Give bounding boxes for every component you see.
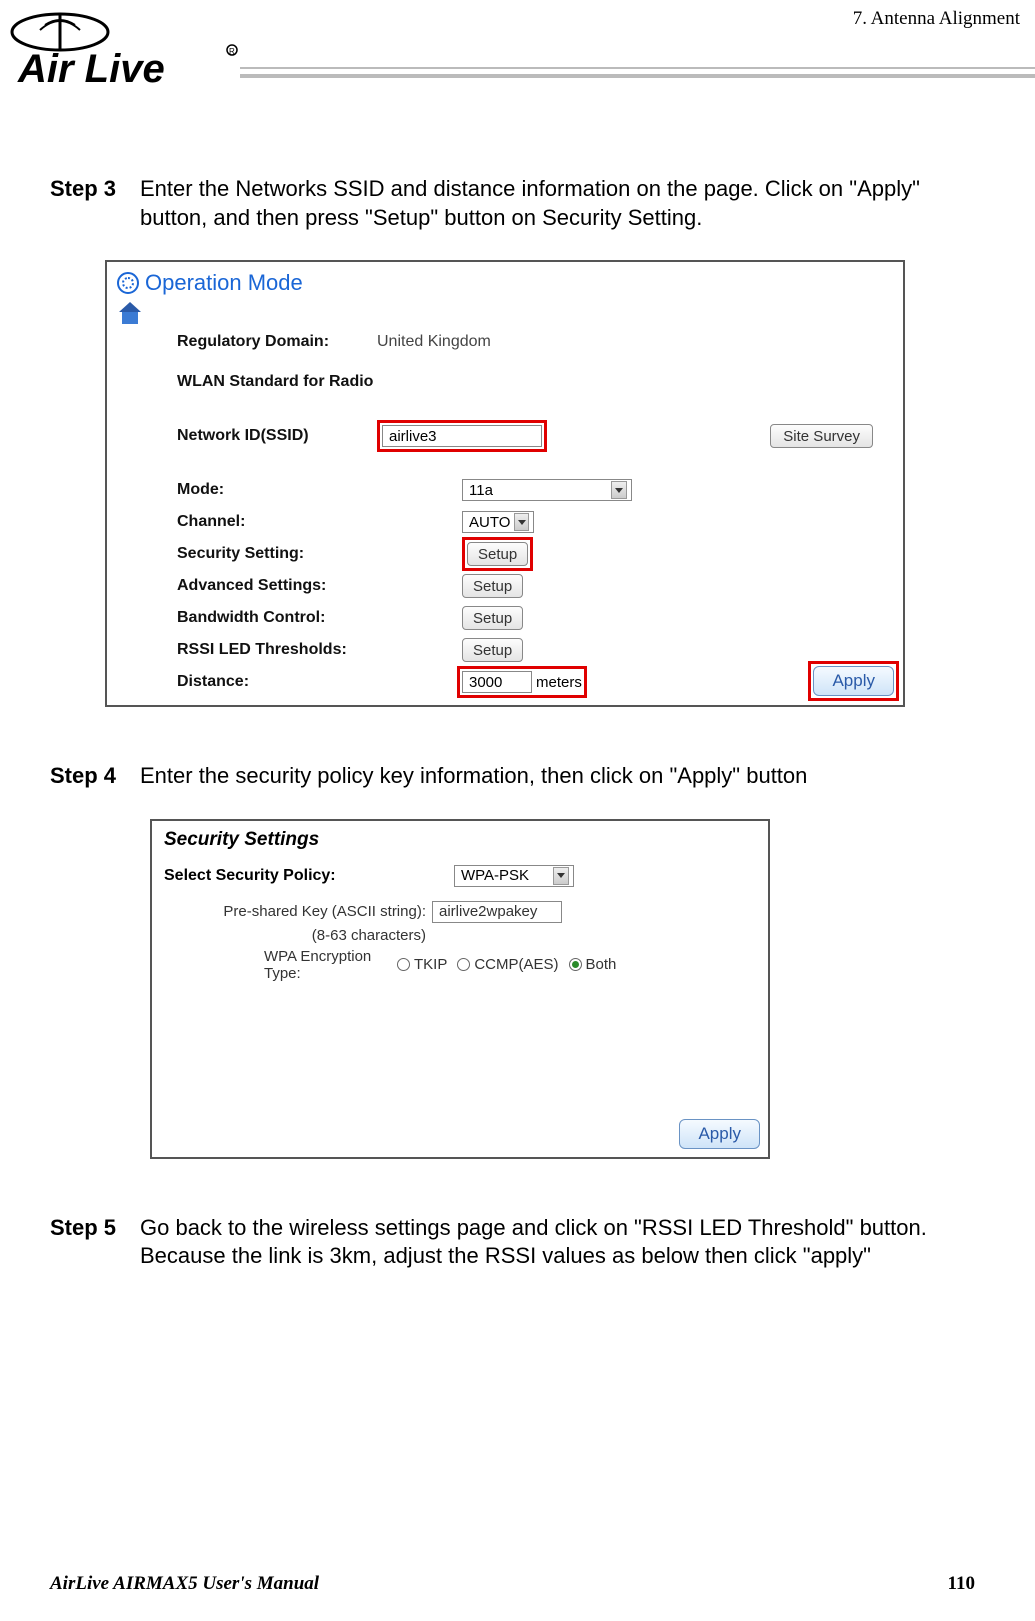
step-5-text: Go back to the wireless settings page an… — [140, 1214, 975, 1271]
svg-text:R: R — [229, 47, 235, 56]
svg-text:Air Live: Air Live — [17, 47, 165, 91]
ssid-label: Network ID(SSID) — [177, 427, 377, 445]
security-setup-button[interactable]: Setup — [467, 542, 528, 566]
encryption-type-label: WPA Encryption Type: — [222, 948, 387, 982]
chevron-down-icon — [514, 513, 529, 531]
mode-value: 11a — [469, 482, 493, 499]
radio-ccmp[interactable] — [457, 958, 470, 971]
psk-label: Pre-shared Key (ASCII string): — [222, 903, 432, 920]
security-policy-select[interactable]: WPA-PSK — [454, 865, 574, 887]
step-5: Step 5 Go back to the wireless settings … — [50, 1214, 975, 1271]
step-4-text: Enter the security policy key informatio… — [140, 762, 975, 791]
page-footer: AirLive AIRMAX5 User's Manual 110 — [50, 1573, 975, 1595]
chevron-down-icon — [611, 481, 627, 499]
brand-logo: Air Live R — [10, 10, 250, 105]
security-setup-highlight: Setup — [462, 537, 533, 571]
bandwidth-setup-button[interactable]: Setup — [462, 606, 523, 630]
footer-manual-title: AirLive AIRMAX5 User's Manual — [50, 1573, 319, 1595]
bandwidth-control-label: Bandwidth Control: — [177, 609, 377, 627]
ssid-highlight: airlive3 — [377, 420, 547, 452]
security-settings-title: Security Settings — [152, 821, 768, 855]
advanced-setup-button[interactable]: Setup — [462, 574, 523, 598]
radio-tkip-label: TKIP — [414, 956, 447, 973]
radio-ccmp-label: CCMP(AES) — [474, 956, 558, 973]
ssid-input[interactable]: airlive3 — [382, 425, 542, 447]
psk-input[interactable]: airlive2wpakey — [432, 901, 562, 923]
channel-select[interactable]: AUTO — [462, 511, 534, 533]
operation-mode-title: Operation Mode — [145, 270, 303, 296]
distance-input[interactable]: 3000 — [462, 671, 532, 693]
home-icon[interactable] — [119, 302, 143, 324]
apply-button[interactable]: Apply — [813, 666, 894, 696]
security-policy-value: WPA-PSK — [461, 867, 529, 884]
footer-page-number: 110 — [948, 1573, 975, 1595]
step-5-label: Step 5 — [50, 1214, 140, 1271]
step-3-text: Enter the Networks SSID and distance inf… — [140, 175, 975, 232]
mode-label: Mode: — [177, 481, 377, 499]
radio-both-label: Both — [586, 956, 617, 973]
operation-mode-panel: Operation Mode Regulatory Domain: United… — [105, 260, 905, 707]
step-3-label: Step 3 — [50, 175, 140, 232]
distance-label: Distance: — [177, 673, 377, 691]
security-settings-panel: Security Settings Select Security Policy… — [150, 819, 770, 1159]
mode-select[interactable]: 11a — [462, 479, 632, 501]
security-policy-label: Select Security Policy: — [164, 867, 454, 885]
site-survey-button[interactable]: Site Survey — [770, 424, 873, 448]
psk-hint: (8-63 characters) — [222, 927, 432, 944]
step-4: Step 4 Enter the security policy key inf… — [50, 762, 975, 791]
step-4-label: Step 4 — [50, 762, 140, 791]
security-apply-button[interactable]: Apply — [679, 1119, 760, 1149]
header-divider — [240, 62, 1035, 84]
channel-value: AUTO — [469, 514, 510, 531]
reg-domain-label: Regulatory Domain: — [177, 333, 377, 351]
distance-highlight: 3000 meters — [457, 666, 587, 698]
chevron-down-icon — [553, 867, 569, 885]
step-3: Step 3 Enter the Networks SSID and dista… — [50, 175, 975, 232]
advanced-settings-label: Advanced Settings: — [177, 577, 377, 595]
apply-highlight: Apply — [808, 661, 899, 701]
reg-domain-value: United Kingdom — [377, 333, 491, 351]
wlan-std-label: WLAN Standard for Radio — [177, 373, 377, 391]
rssi-setup-button[interactable]: Setup — [462, 638, 523, 662]
radio-both[interactable] — [569, 958, 582, 971]
gear-icon — [117, 272, 139, 294]
distance-unit: meters — [536, 674, 582, 691]
radio-tkip[interactable] — [397, 958, 410, 971]
channel-label: Channel: — [177, 513, 377, 531]
chapter-title: 7. Antenna Alignment — [853, 8, 1020, 30]
rssi-thresholds-label: RSSI LED Thresholds: — [177, 641, 377, 659]
security-setting-label: Security Setting: — [177, 545, 377, 563]
